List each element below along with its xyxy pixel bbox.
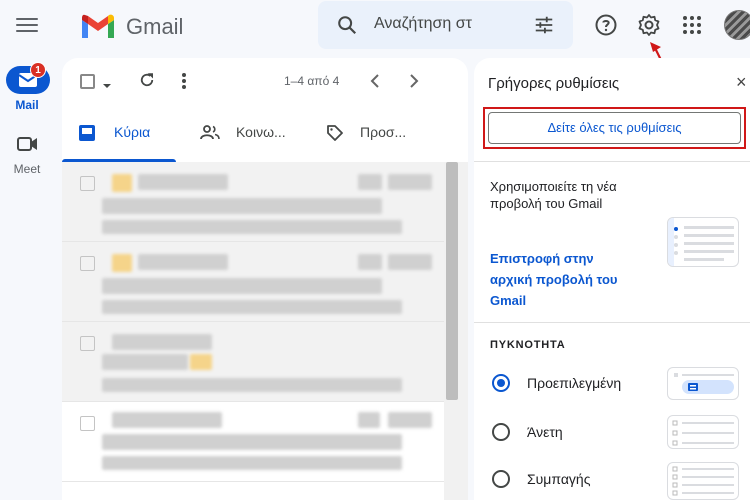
row-meta-blurred xyxy=(358,254,382,270)
rail-meet[interactable]: Meet xyxy=(4,134,50,184)
quick-settings-title: Γρήγορες ρυθμίσεις xyxy=(488,75,620,92)
quick-settings-panel: Γρήγορες ρυθμίσεις × Δείτε όλες τις ρυθμ… xyxy=(474,58,750,500)
density-option-label: Συμπαγής xyxy=(527,471,591,487)
tab-promotions[interactable]: Προσ... xyxy=(324,114,444,162)
see-all-settings-button[interactable]: Δείτε όλες τις ρυθμίσεις xyxy=(488,112,741,144)
mail-toolbar: 1–4 από 4 xyxy=(62,58,468,104)
email-row[interactable] xyxy=(62,162,444,242)
row-subject-blurred xyxy=(102,278,382,294)
row-checkbox[interactable] xyxy=(80,256,95,271)
row-sender-blurred xyxy=(138,174,228,190)
search-input[interactable]: Αναζήτηση στ xyxy=(374,15,472,33)
row-date-blurred xyxy=(388,254,432,270)
view-preview-thumbnail xyxy=(667,217,739,267)
row-meta-blurred xyxy=(358,174,382,190)
row-date-blurred xyxy=(388,174,432,190)
mail-list-panel: 1–4 από 4 Κύρια Κοινω... Προσ... xyxy=(62,58,468,500)
density-comfortable-thumbnail xyxy=(667,415,739,449)
rail-meet-label: Meet xyxy=(13,162,41,176)
row-snippet-blurred xyxy=(102,220,402,234)
account-avatar[interactable] xyxy=(724,10,750,40)
tab-promotions-label: Προσ... xyxy=(360,124,407,140)
density-compact-radio[interactable] xyxy=(492,470,510,488)
people-icon xyxy=(200,124,220,145)
email-row[interactable] xyxy=(62,322,444,402)
select-dropdown-chevron-icon[interactable] xyxy=(102,77,112,95)
divider xyxy=(474,161,750,162)
density-option-label: Προεπιλεγμένη xyxy=(527,375,622,391)
pagination-text: 1–4 από 4 xyxy=(284,74,340,88)
row-meta-blurred xyxy=(358,412,380,428)
apps-grid-icon[interactable] xyxy=(680,13,704,37)
row-checkbox[interactable] xyxy=(80,336,95,351)
email-row[interactable] xyxy=(62,402,444,482)
density-comfortable-radio[interactable] xyxy=(492,423,510,441)
rail-mail-label: Mail xyxy=(15,98,39,112)
row-sender-blurred xyxy=(138,254,228,270)
row-subject-blurred xyxy=(102,198,382,214)
row-snippet-blurred xyxy=(102,456,402,470)
revert-view-link[interactable]: Επιστροφή στην αρχική προβολή του Gmail xyxy=(490,248,630,311)
row-subject-blurred xyxy=(102,434,402,450)
unread-badge: 1 xyxy=(30,62,46,78)
row-checkbox[interactable] xyxy=(80,176,95,191)
help-icon[interactable] xyxy=(594,13,618,37)
scrollbar-thumb[interactable] xyxy=(446,162,458,400)
newer-chevron-left-icon[interactable] xyxy=(368,72,382,95)
density-option-default[interactable]: Προεπιλεγμένη xyxy=(490,372,670,396)
row-sender-blurred xyxy=(112,412,222,428)
inbox-icon xyxy=(78,124,96,145)
tag-icon xyxy=(326,124,344,145)
row-sender-blurred xyxy=(112,334,212,350)
email-row[interactable] xyxy=(62,242,444,322)
tab-social-label: Κοινω... xyxy=(236,124,286,140)
search-icon[interactable] xyxy=(336,14,358,41)
density-option-compact[interactable]: Συμπαγής xyxy=(490,468,670,492)
row-checkbox[interactable] xyxy=(80,416,95,431)
divider xyxy=(474,322,750,323)
density-default-radio[interactable] xyxy=(492,374,510,392)
main-menu-button[interactable] xyxy=(16,14,38,36)
row-star-icon[interactable] xyxy=(112,174,132,192)
row-subject-blurred xyxy=(102,354,188,370)
row-snippet-blurred xyxy=(102,378,402,392)
settings-gear-icon[interactable] xyxy=(637,13,661,37)
density-compact-thumbnail xyxy=(667,462,739,500)
density-option-comfortable[interactable]: Άνετη xyxy=(490,421,670,445)
search-options-icon[interactable] xyxy=(533,14,555,41)
tab-social[interactable]: Κοινω... xyxy=(198,114,308,162)
row-snippet-blurred xyxy=(102,300,402,314)
rail-mail[interactable]: 1 Mail xyxy=(4,62,50,116)
density-default-thumbnail xyxy=(667,367,739,400)
close-icon[interactable]: × xyxy=(736,72,747,93)
row-date-blurred xyxy=(388,412,432,428)
category-tabs: Κύρια Κοινω... Προσ... xyxy=(62,114,468,162)
gmail-logo-icon[interactable] xyxy=(80,12,116,40)
new-view-text: Χρησιμοποιείτε τη νέα προβολή του Gmail xyxy=(490,179,617,211)
tab-primary[interactable]: Κύρια xyxy=(62,114,176,162)
app-name: Gmail xyxy=(126,14,184,39)
select-all-checkbox[interactable] xyxy=(80,74,95,89)
older-chevron-right-icon[interactable] xyxy=(407,72,421,95)
density-heading: ΠΥΚΝΟΤΗΤΑ xyxy=(490,339,566,351)
row-star-icon[interactable] xyxy=(112,254,132,272)
tab-primary-label: Κύρια xyxy=(114,124,151,140)
video-camera-icon xyxy=(17,134,39,159)
more-options-icon[interactable] xyxy=(181,72,187,95)
search-bar[interactable]: Αναζήτηση στ xyxy=(318,1,573,49)
density-option-label: Άνετη xyxy=(527,424,563,440)
refresh-icon[interactable] xyxy=(138,71,156,94)
row-label-chip xyxy=(190,354,212,370)
annotation-highlight-box: Δείτε όλες τις ρυθμίσεις xyxy=(483,107,746,149)
